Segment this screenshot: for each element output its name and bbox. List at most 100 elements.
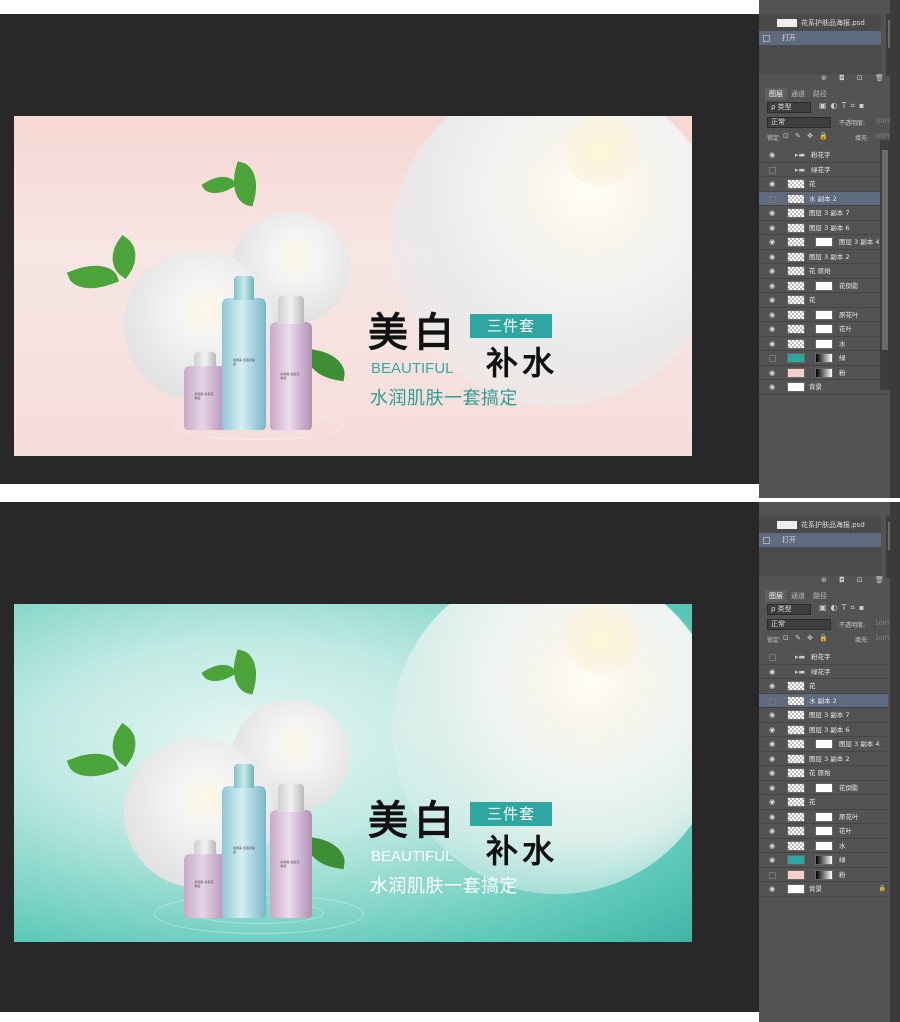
- layer-row[interactable]: ◉ 花: [759, 679, 888, 694]
- visibility-eye-icon[interactable]: ◉: [769, 668, 777, 676]
- layer-row[interactable]: ◉ 花 原始: [759, 264, 888, 279]
- lock-icons[interactable]: ⊡ ✎ ✥ 🔒: [783, 634, 830, 642]
- tab-paths[interactable]: 路径: [809, 88, 831, 100]
- layer-row[interactable]: ◉ ▸▬ 绿花字: [759, 665, 888, 679]
- tab-paths[interactable]: 路径: [809, 590, 831, 602]
- bottle-cap: [278, 296, 304, 324]
- visibility-eye-icon[interactable]: ◉: [769, 827, 777, 835]
- visibility-eye-icon[interactable]: ◉: [769, 224, 777, 232]
- layer-row[interactable]: ▸▬ 粉花字: [759, 650, 888, 665]
- layer-row-active[interactable]: 水 副本 2: [759, 693, 888, 708]
- visibility-toggle[interactable]: [769, 166, 776, 174]
- visibility-eye-icon[interactable]: ◉: [769, 755, 777, 763]
- visibility-eye-icon[interactable]: ◉: [769, 238, 777, 246]
- visibility-eye-icon[interactable]: ◉: [769, 311, 777, 319]
- layer-row[interactable]: ◉ 花: [759, 177, 888, 192]
- layer-row[interactable]: ◉ 花 原始: [759, 766, 888, 781]
- layer-name: 绿花字: [811, 667, 831, 676]
- visibility-eye-icon[interactable]: ◉: [769, 282, 777, 290]
- layer-thumbnail: [787, 193, 805, 204]
- visibility-eye-icon[interactable]: ◉: [769, 340, 777, 348]
- visibility-eye-icon[interactable]: ◉: [769, 842, 777, 850]
- tab-channels[interactable]: 通道: [787, 590, 809, 602]
- english-tagline: BEAUTIFUL: [371, 360, 454, 377]
- layer-row[interactable]: ◉ 水: [759, 337, 888, 351]
- layer-row[interactable]: 绿: [759, 351, 888, 366]
- layer-row[interactable]: ▸▬ 绿花字: [759, 163, 888, 177]
- layer-row[interactable]: ◉ ▸▬ 粉花字: [759, 148, 888, 163]
- visibility-eye-icon[interactable]: ◉: [769, 740, 777, 748]
- visibility-toggle[interactable]: [769, 697, 776, 705]
- history-snapshot-row[interactable]: 花系护肤品海报.psd: [759, 16, 881, 30]
- visibility-eye-icon[interactable]: ◉: [769, 682, 777, 690]
- visibility-toggle[interactable]: [769, 195, 776, 203]
- layer-row[interactable]: ◉ 水: [759, 839, 888, 853]
- visibility-eye-icon[interactable]: ◉: [769, 383, 777, 391]
- visibility-eye-icon[interactable]: ◉: [769, 209, 777, 217]
- visibility-eye-icon[interactable]: ◉: [769, 296, 777, 304]
- filter-icons[interactable]: ▣◐T⌗▪: [819, 603, 868, 613]
- layer-row[interactable]: ◉背景🔒: [759, 882, 888, 897]
- layer-row[interactable]: ◉ 花: [759, 293, 888, 308]
- visibility-eye-icon[interactable]: ◉: [769, 784, 777, 792]
- layer-row[interactable]: ◉ 图层 3 副本 6: [759, 723, 888, 737]
- blend-mode-select[interactable]: 正常: [767, 117, 831, 128]
- layer-row[interactable]: ◉背景🔒: [759, 380, 888, 395]
- visibility-eye-icon[interactable]: ◉: [769, 369, 777, 377]
- lock-icons[interactable]: ⊡ ✎ ✥ 🔒: [783, 132, 830, 140]
- visibility-eye-icon[interactable]: ◉: [769, 726, 777, 734]
- history-snapshot-row[interactable]: 花系护肤品海报.psd: [759, 518, 881, 532]
- visibility-eye-icon[interactable]: ◉: [769, 711, 777, 719]
- layer-row[interactable]: ◉ 图层 3 副本 4: [759, 235, 888, 250]
- tab-channels[interactable]: 通道: [787, 88, 809, 100]
- scrollbar-thumb[interactable]: [882, 150, 888, 350]
- layer-row[interactable]: ◉ 花叶: [759, 824, 888, 839]
- visibility-eye-icon[interactable]: ◉: [769, 813, 777, 821]
- layer-row[interactable]: ◉ 原花叶: [759, 308, 888, 322]
- visibility-toggle[interactable]: [769, 355, 776, 362]
- layer-mask: [815, 840, 833, 851]
- layer-row[interactable]: ◉ 绿: [759, 853, 888, 868]
- tab-layers[interactable]: 图层: [765, 88, 787, 100]
- layer-filter-select[interactable]: ρ 类型: [767, 102, 811, 113]
- layer-row[interactable]: ◉ 原花叶: [759, 810, 888, 824]
- history-state-label: 打开: [782, 34, 796, 42]
- filter-icons[interactable]: ▣◐T⌗▪: [819, 101, 868, 111]
- visibility-eye-icon[interactable]: ◉: [769, 267, 777, 275]
- visibility-eye-icon[interactable]: ◉: [769, 856, 777, 864]
- history-open-row[interactable]: 打开: [759, 31, 881, 45]
- visibility-eye-icon[interactable]: ◉: [769, 769, 777, 777]
- layer-row[interactable]: ◉ 花叶: [759, 322, 888, 337]
- layer-row[interactable]: ◉ 粉: [759, 366, 888, 380]
- history-state-checkbox[interactable]: [763, 536, 770, 544]
- layer-row[interactable]: ◉ 图层 3 副本 6: [759, 221, 888, 235]
- layer-row[interactable]: ◉ 花倒影: [759, 279, 888, 293]
- history-actions-icons[interactable]: ⊕ ◘ ⊡ 🗑: [821, 74, 889, 82]
- poster-canvas[interactable]: 植物美 金银花精露 植物美 金银花精露 植物美 金银花精露 美白 三件套 补水 …: [14, 604, 692, 942]
- layer-row[interactable]: ◉ 图层 3 副本 7: [759, 708, 888, 723]
- layer-row[interactable]: ◉ 花倒影: [759, 781, 888, 795]
- blend-mode-select[interactable]: 正常: [767, 619, 831, 630]
- visibility-eye-icon[interactable]: ◉: [769, 325, 777, 333]
- history-actions-icons[interactable]: ⊕ ◘ ⊡ 🗑: [821, 576, 889, 584]
- layer-row[interactable]: ◉ 图层 3 副本 7: [759, 206, 888, 221]
- poster-canvas[interactable]: 植物美 金银花精露 植物美 金银花精露 植物美 金银花精露 美白 三件套 补水 …: [14, 116, 692, 456]
- visibility-eye-icon[interactable]: ◉: [769, 885, 777, 893]
- visibility-eye-icon[interactable]: ◉: [769, 798, 777, 806]
- layer-row[interactable]: ◉ 花: [759, 795, 888, 810]
- layer-filter-select[interactable]: ρ 类型: [767, 604, 811, 615]
- layer-row[interactable]: ◉ 图层 3 副本 2: [759, 752, 888, 766]
- visibility-toggle[interactable]: [769, 871, 776, 879]
- visibility-eye-icon[interactable]: ◉: [769, 180, 777, 188]
- tab-layers[interactable]: 图层: [765, 590, 787, 602]
- layer-row[interactable]: ◉ 图层 3 副本 4: [759, 737, 888, 752]
- layers-scrollbar[interactable]: [880, 140, 890, 390]
- layer-row-active[interactable]: 水 副本 2: [759, 191, 888, 206]
- history-open-row[interactable]: 打开: [759, 533, 881, 547]
- visibility-eye-icon[interactable]: ◉: [769, 253, 777, 261]
- history-state-checkbox[interactable]: [763, 34, 770, 42]
- layer-row[interactable]: 粉: [759, 868, 888, 882]
- visibility-toggle[interactable]: [769, 654, 776, 661]
- visibility-eye-icon[interactable]: ◉: [769, 151, 777, 159]
- layer-row[interactable]: ◉ 图层 3 副本 2: [759, 250, 888, 264]
